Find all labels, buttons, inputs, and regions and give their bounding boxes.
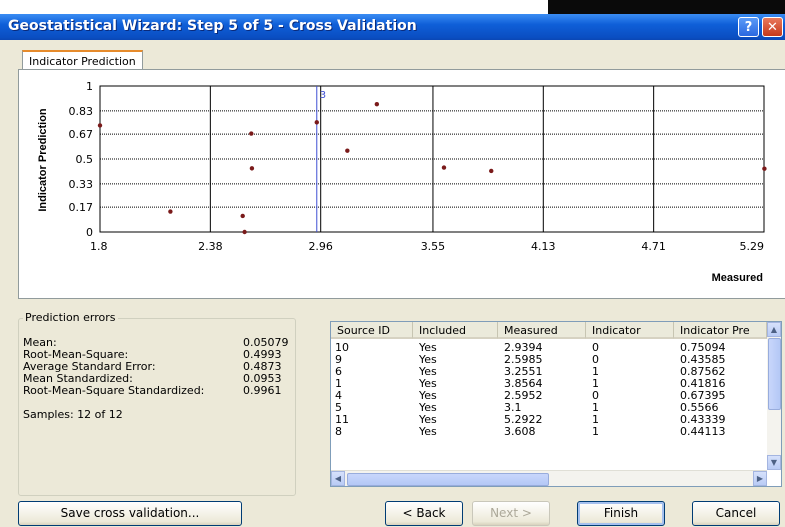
data-point — [374, 101, 380, 107]
help-button[interactable]: ? — [738, 17, 759, 37]
column-header-indicator-prediction[interactable]: Indicator Pre — [674, 322, 767, 339]
title-bar: Geostatistical Wizard: Step 5 of 5 - Cro… — [0, 14, 785, 40]
y-tick-label: 0.83 — [69, 105, 94, 118]
column-header-included[interactable]: Included — [413, 322, 498, 339]
y-axis-label: Indicator Prediction — [37, 108, 49, 212]
data-points — [97, 101, 767, 235]
top-dark-strip — [548, 0, 785, 14]
x-tick-label: 3.55 — [421, 240, 446, 253]
x-tick-label: 1.8 — [90, 240, 108, 253]
chart-panel: 0 0.17 0.33 0.5 0.67 0.83 1 1.8 2.38 2.96 3.55 4.1… — [18, 69, 785, 299]
data-point — [242, 229, 247, 235]
vertical-scroll-thumb[interactable] — [768, 338, 781, 410]
scatter-chart: 0 0.17 0.33 0.5 0.67 0.83 1 1.8 2.38 2.96 3.55 4.1… — [37, 80, 767, 284]
cancel-button[interactable]: Cancel — [692, 501, 780, 526]
wizard-window: Geostatistical Wizard: Step 5 of 5 - Cro… — [0, 14, 785, 527]
cell-source-id: 8 — [335, 425, 342, 438]
x-tick-label: 2.38 — [198, 240, 223, 253]
horizontal-scrollbar[interactable]: ◀ ▶ — [331, 470, 767, 486]
y-tick-labels: 0 0.17 0.33 0.5 0.67 0.83 1 — [69, 80, 94, 239]
y-tick-label: 0.5 — [76, 153, 94, 166]
samples-text: Samples: 12 of 12 — [23, 408, 123, 421]
data-point — [489, 168, 494, 174]
data-point — [168, 209, 173, 214]
cell-included: Yes — [419, 425, 437, 438]
close-button[interactable]: ✕ — [762, 17, 783, 37]
data-point — [240, 213, 245, 219]
x-tick-label: 2.96 — [308, 240, 333, 253]
window-title: Geostatistical Wizard: Step 5 of 5 - Cro… — [8, 18, 417, 34]
tab-indicator-prediction[interactable]: Indicator Prediction — [22, 50, 143, 71]
chart-grid — [99, 85, 765, 233]
cell-measured: 3.608 — [504, 425, 536, 438]
prediction-errors-caption: Prediction errors — [23, 311, 118, 324]
prediction-errors-group: Prediction errors Mean: 0.05079 Root-Mea… — [18, 311, 296, 496]
data-point — [345, 148, 350, 153]
y-tick-label: 1 — [86, 80, 93, 93]
data-point — [249, 166, 255, 171]
x-tick-labels: 1.8 2.38 2.96 3.55 4.13 4.71 5.29 — [90, 240, 764, 253]
scroll-up-button[interactable]: ▲ — [767, 322, 781, 337]
horizontal-scroll-thumb[interactable] — [347, 473, 549, 486]
save-cross-validation-button[interactable]: Save cross validation... — [18, 501, 242, 526]
cell-indicator: 1 — [592, 425, 599, 438]
rms-standardized-label: Root-Mean-Square Standardized: — [23, 384, 205, 397]
data-point — [762, 166, 767, 171]
x-axis-label: Measured — [712, 272, 763, 284]
column-header-measured[interactable]: Measured — [498, 322, 586, 339]
data-point — [97, 123, 103, 128]
next-button[interactable]: Next > — [472, 501, 550, 526]
results-table[interactable]: Source ID Included Measured Indicator In… — [330, 321, 782, 487]
x-tick-label: 4.71 — [641, 240, 666, 253]
y-tick-label: 0.33 — [69, 178, 94, 191]
x-tick-label: 5.29 — [740, 240, 765, 253]
y-tick-label: 0 — [86, 226, 93, 239]
data-point — [314, 120, 319, 125]
x-tick-label: 4.13 — [531, 240, 556, 253]
y-tick-label: 0.67 — [69, 128, 94, 141]
vertical-scrollbar[interactable]: ▲ ▼ — [767, 322, 781, 470]
scroll-down-button[interactable]: ▼ — [767, 455, 781, 470]
scroll-right-button[interactable]: ▶ — [753, 471, 767, 486]
data-point — [249, 131, 254, 136]
rms-standardized-value: 0.9961 — [243, 384, 282, 397]
cell-indicator-prediction: 0.44113 — [680, 425, 726, 438]
column-header-indicator[interactable]: Indicator — [586, 322, 674, 339]
column-header-source-id[interactable]: Source ID — [331, 322, 413, 339]
scroll-left-button[interactable]: ◀ — [331, 471, 345, 486]
finish-button[interactable]: Finish — [577, 501, 665, 526]
data-point — [441, 165, 447, 170]
selected-point-label: 3 — [320, 90, 326, 101]
y-tick-label: 0.17 — [69, 201, 94, 214]
back-button[interactable]: < Back — [385, 501, 463, 526]
